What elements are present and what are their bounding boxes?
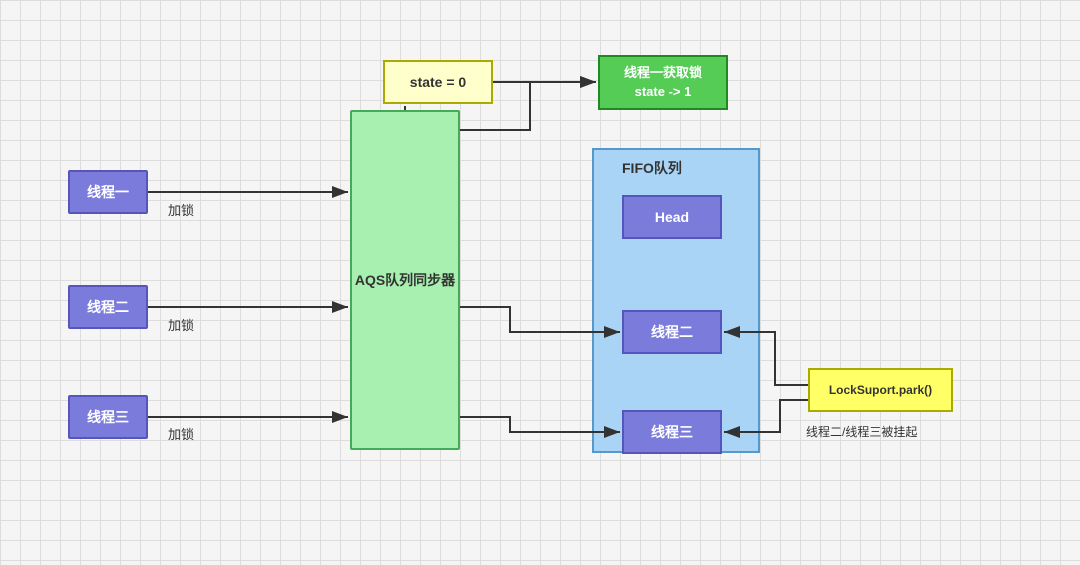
thread-three-box: 线程三	[68, 395, 148, 439]
thread-three-label: 线程三	[87, 407, 129, 427]
thread-two-label: 线程二	[87, 297, 129, 317]
park-box: LockSuport.park()	[808, 368, 953, 412]
thread-two-box: 线程二	[68, 285, 148, 329]
lock-label-2: 加锁	[168, 315, 194, 334]
park-note: 线程二/线程三被挂起	[806, 423, 917, 440]
head-box: Head	[622, 195, 722, 239]
arrows-svg	[0, 0, 1080, 565]
result-box: 线程一获取锁 state -> 1	[598, 55, 728, 110]
queue-thread-three-label: 线程三	[651, 422, 693, 442]
lock-label-3: 加锁	[168, 424, 194, 443]
fifo-container: FIFO队列	[592, 148, 760, 453]
fifo-label: FIFO队列	[622, 158, 682, 178]
result-label1: 线程一获取锁	[624, 64, 702, 82]
aqs-label: AQS队列同步器	[355, 270, 455, 290]
queue-thread-two-label: 线程二	[651, 322, 693, 342]
diagram-canvas: 线程一 线程二 线程三 加锁 加锁 加锁 AQS队列同步器 state = 0 …	[0, 0, 1080, 565]
thread-one-label: 线程一	[87, 182, 129, 202]
lock-label-1: 加锁	[168, 200, 194, 219]
state-label: state = 0	[410, 74, 466, 90]
park-label: LockSuport.park()	[829, 383, 932, 397]
queue-thread-two-box: 线程二	[622, 310, 722, 354]
thread-one-box: 线程一	[68, 170, 148, 214]
queue-thread-three-box: 线程三	[622, 410, 722, 454]
state-box: state = 0	[383, 60, 493, 104]
aqs-box: AQS队列同步器	[350, 110, 460, 450]
result-label2: state -> 1	[635, 83, 692, 101]
head-label: Head	[655, 209, 689, 225]
